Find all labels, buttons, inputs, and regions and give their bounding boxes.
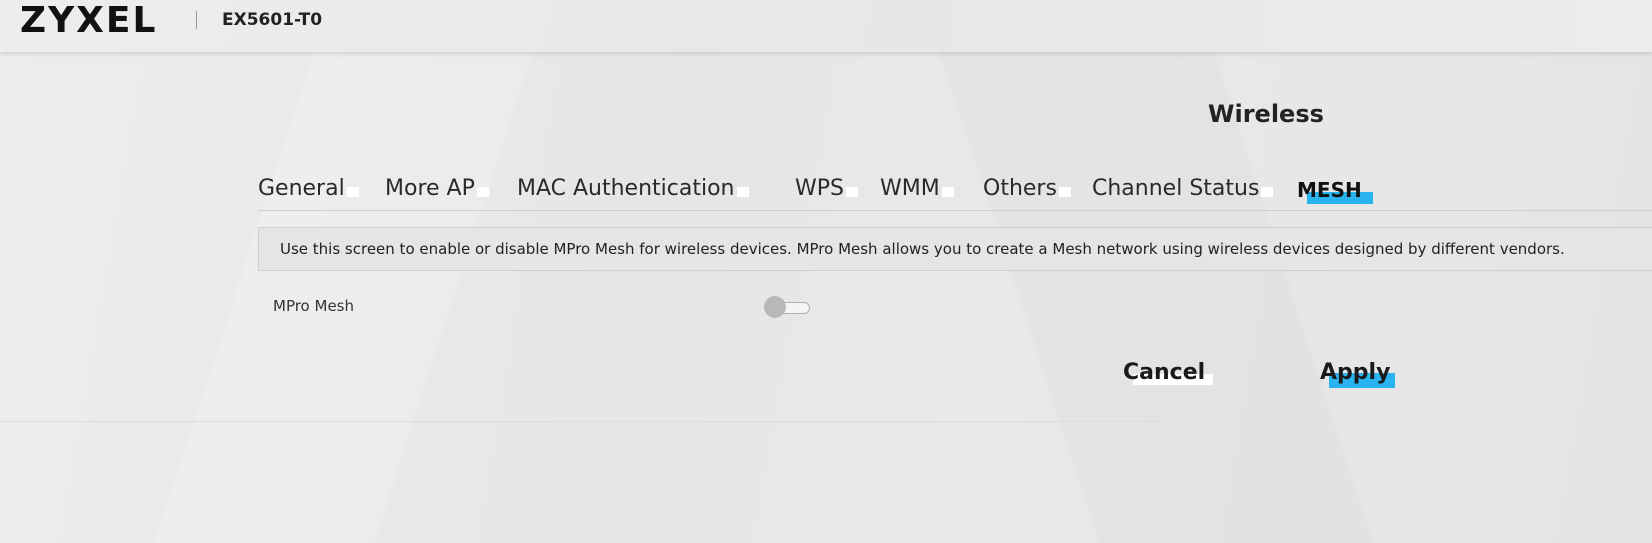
tab-marker xyxy=(476,187,489,197)
tab-label: WMM xyxy=(880,176,940,201)
tab-marker xyxy=(845,187,858,197)
brand-logo[interactable]: ZYXEL xyxy=(20,2,157,40)
tab-label: WPS xyxy=(795,176,844,201)
info-description: Use this screen to enable or disable MPr… xyxy=(258,227,1652,271)
tab-marker xyxy=(736,187,749,197)
device-model: EX5601-T0 xyxy=(222,10,323,30)
tab-marker xyxy=(346,187,359,197)
tab-label: MESH xyxy=(1297,178,1362,202)
tab-bar: General More AP MAC Authentication WPS W… xyxy=(258,176,1652,210)
tab-general[interactable]: General xyxy=(258,176,359,201)
tab-others[interactable]: Others xyxy=(983,176,1071,201)
mpro-mesh-label: MPro Mesh xyxy=(273,297,354,315)
tab-label: Others xyxy=(983,176,1057,201)
header-separator xyxy=(196,11,197,29)
tab-mesh[interactable]: MESH xyxy=(1297,178,1373,204)
cancel-button[interactable]: Cancel xyxy=(1123,360,1213,385)
tab-more-ap[interactable]: More AP xyxy=(385,176,489,201)
cancel-label: Cancel xyxy=(1123,360,1206,385)
tab-channel-status[interactable]: Channel Status xyxy=(1092,176,1274,201)
toggle-knob xyxy=(764,296,786,318)
tab-marker xyxy=(1058,187,1071,197)
tab-label: Channel Status xyxy=(1092,176,1260,201)
tab-mac-authentication[interactable]: MAC Authentication xyxy=(517,176,749,201)
page-title: Wireless xyxy=(1208,100,1324,128)
mpro-mesh-toggle[interactable] xyxy=(764,296,810,318)
tab-marker xyxy=(941,187,954,197)
tab-wmm[interactable]: WMM xyxy=(880,176,954,201)
tab-label: More AP xyxy=(385,176,475,201)
tab-marker xyxy=(1261,187,1274,197)
top-header: ZYXEL EX5601-T0 xyxy=(0,0,1652,52)
tab-label: General xyxy=(258,176,345,201)
apply-label: Apply xyxy=(1320,360,1391,385)
main-content: Wireless General More AP MAC Authenticat… xyxy=(0,0,1652,543)
tab-wps[interactable]: WPS xyxy=(795,176,858,201)
apply-button[interactable]: Apply xyxy=(1320,360,1395,388)
tab-label: MAC Authentication xyxy=(517,176,735,201)
tab-underline xyxy=(258,210,1652,211)
